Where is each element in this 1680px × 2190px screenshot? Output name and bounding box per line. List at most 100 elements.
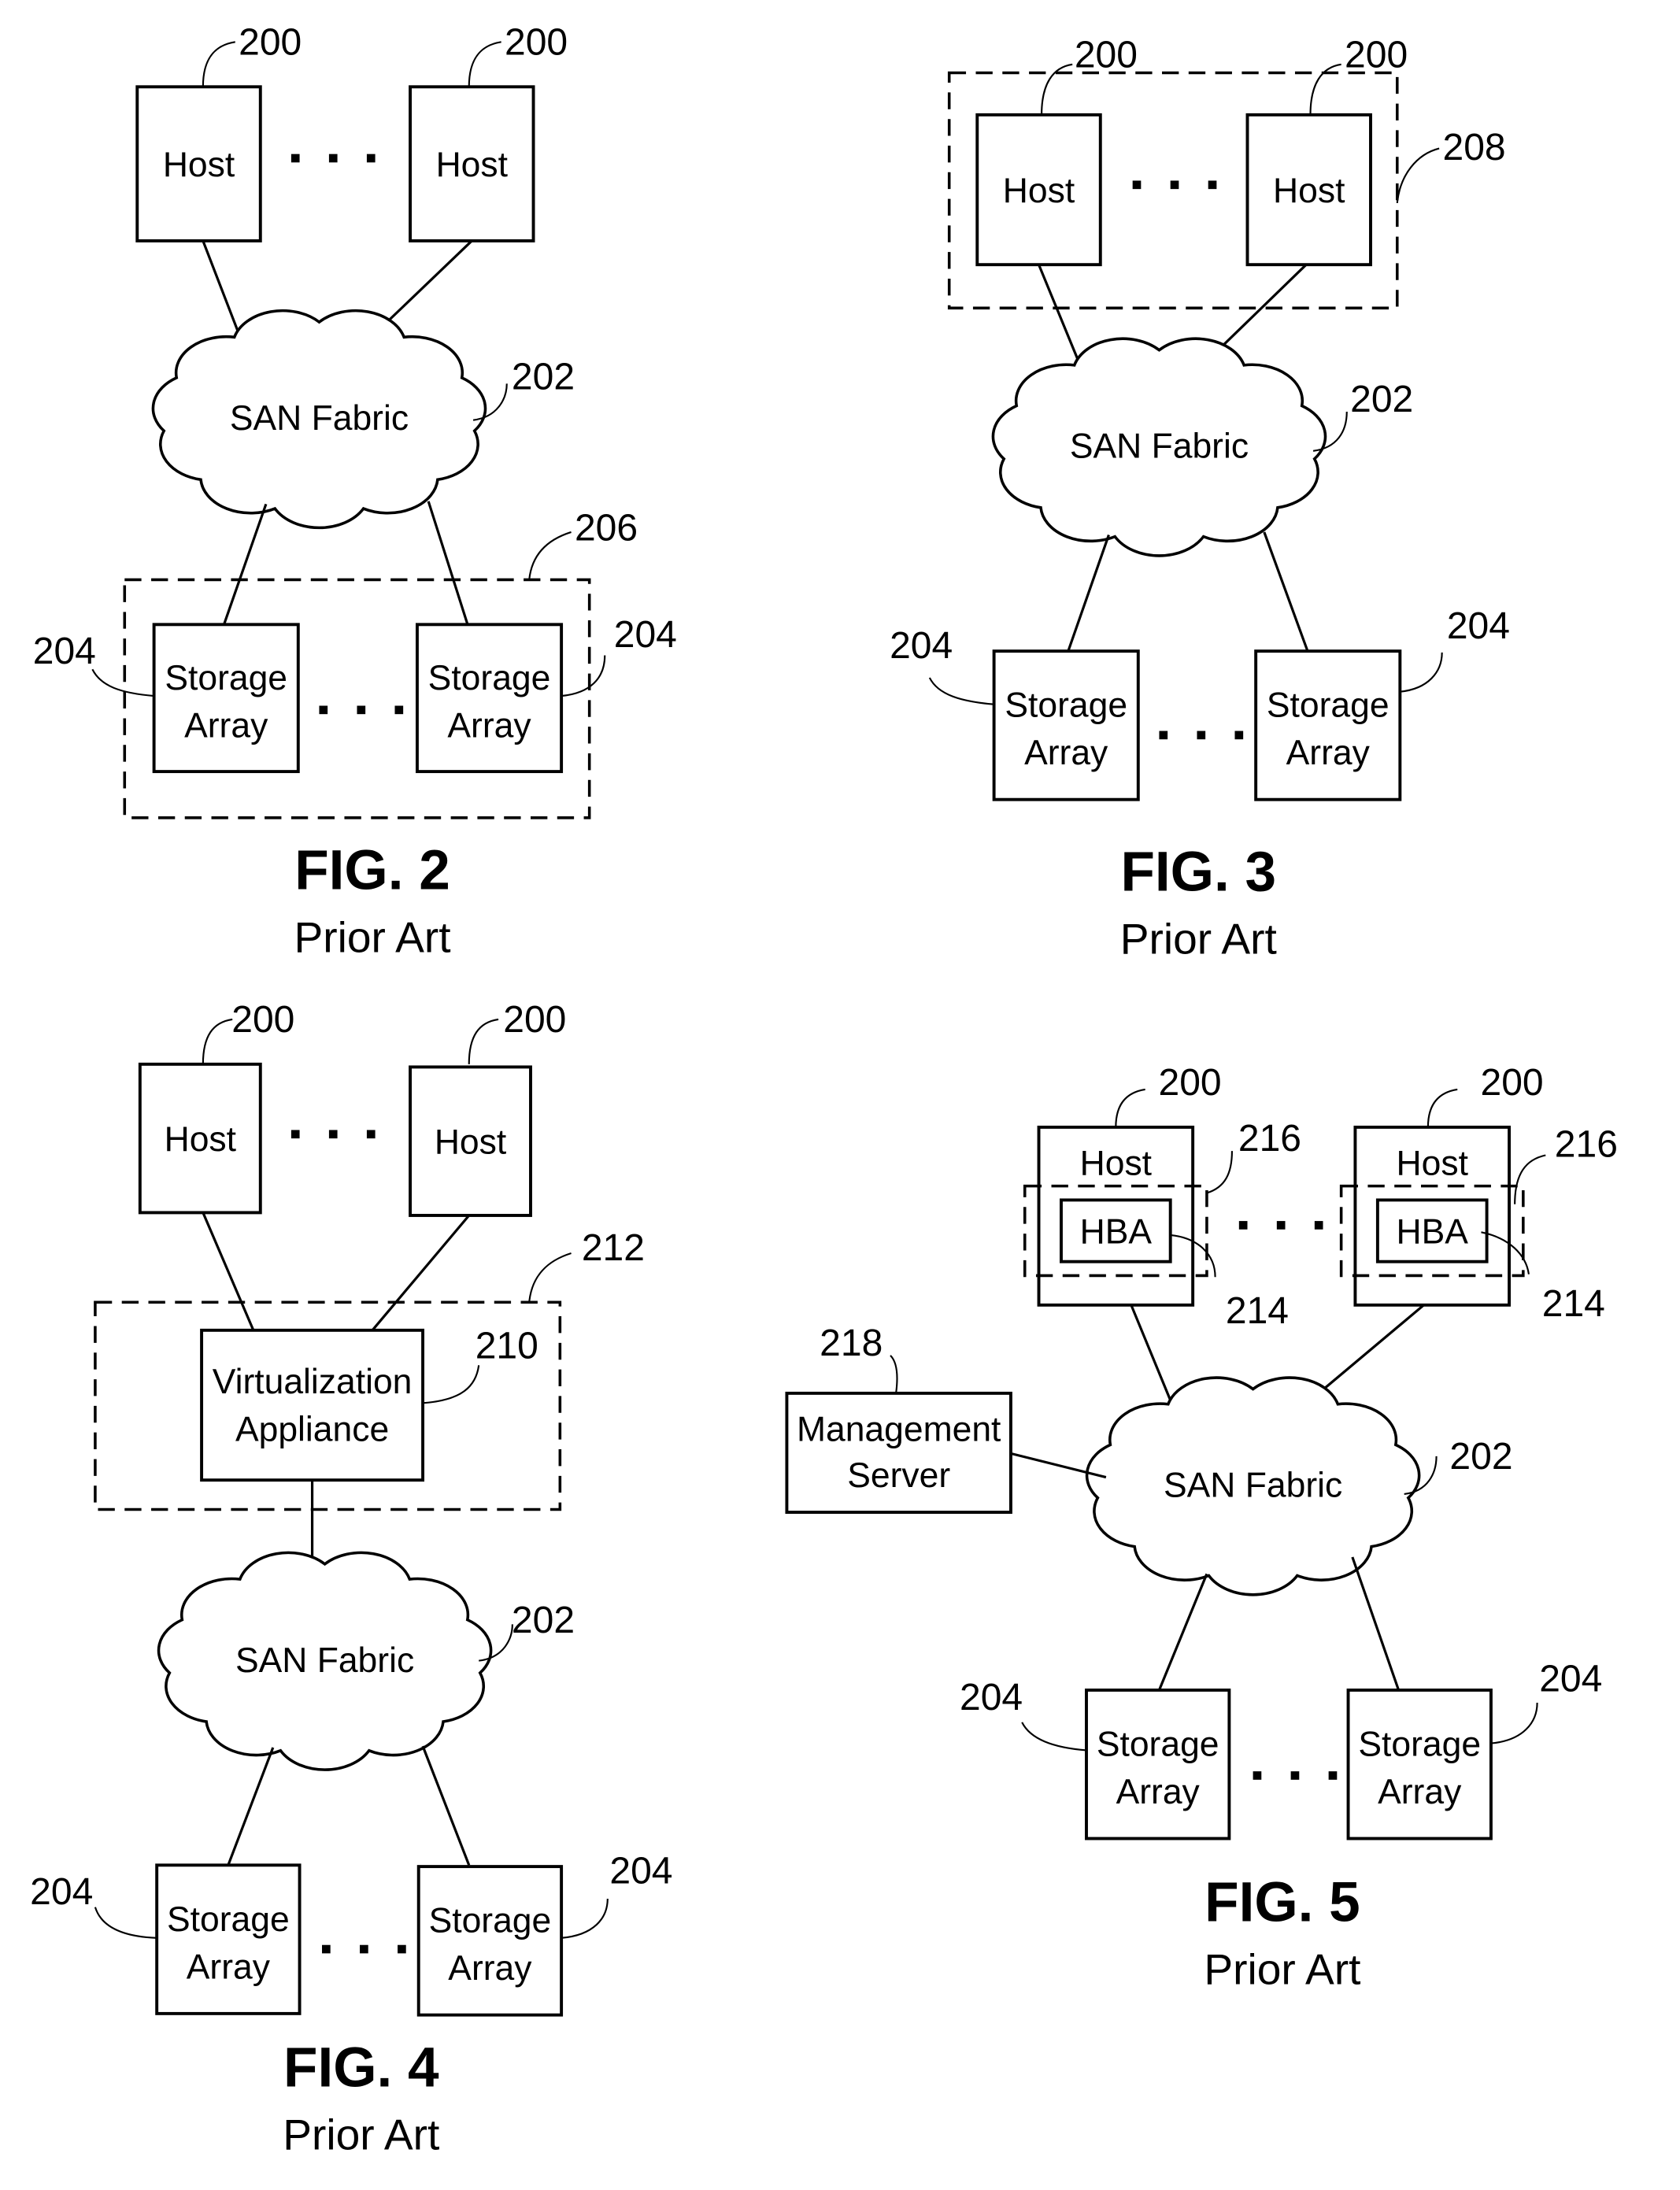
san-fabric: SAN Fabric bbox=[157, 1551, 493, 1771]
ellipsis-dot bbox=[398, 1944, 406, 1954]
storage-array-box bbox=[152, 623, 300, 774]
ellipsis-dot bbox=[1159, 731, 1168, 740]
leader-204 bbox=[1490, 1702, 1538, 1744]
leader-212 bbox=[528, 1252, 572, 1303]
ellipsis-dot bbox=[1132, 180, 1142, 190]
leader-216 bbox=[1206, 1151, 1234, 1194]
storage-array-right: Storage Array bbox=[1346, 1689, 1493, 1840]
storage-array-box bbox=[1346, 1689, 1493, 1840]
storage-label-line2: Array bbox=[187, 1948, 271, 1986]
ref-202: 202 bbox=[1350, 379, 1413, 420]
ellipsis-dot bbox=[322, 1944, 331, 1954]
ellipsis bbox=[290, 1130, 376, 1139]
san-fabric: SAN Fabric bbox=[1085, 1376, 1421, 1596]
ref-200: 200 bbox=[1159, 1062, 1222, 1104]
leader-200 bbox=[1427, 1088, 1458, 1127]
ref-208: 208 bbox=[1443, 127, 1506, 168]
hba-label: HBA bbox=[1397, 1213, 1469, 1252]
storage-array-box bbox=[1254, 649, 1402, 801]
ellipsis-dot bbox=[1197, 731, 1206, 740]
ellipsis-dot bbox=[290, 1130, 300, 1139]
link bbox=[1157, 1573, 1208, 1691]
link bbox=[223, 503, 268, 625]
ellipsis bbox=[319, 705, 404, 715]
figure-4: 200 200 Host Host 212 Virtualization Appliance… bbox=[30, 999, 672, 2159]
storage-array-left: Storage Array bbox=[155, 1863, 302, 2015]
storage-array-box bbox=[416, 1865, 564, 2017]
storage-label-line2: Array bbox=[184, 707, 268, 745]
storage-label-line2: Array bbox=[447, 707, 531, 745]
storage-array-right: Storage Array bbox=[416, 1865, 564, 2017]
host-label: Host bbox=[163, 146, 235, 184]
storage-label-line1: Storage bbox=[428, 659, 551, 697]
leader-204 bbox=[94, 1907, 157, 1939]
ellipsis-dot bbox=[366, 1130, 376, 1139]
ref-202: 202 bbox=[1449, 1436, 1512, 1478]
leader-200 bbox=[1115, 1088, 1145, 1127]
leader-204 bbox=[1400, 652, 1443, 693]
leader-200 bbox=[202, 41, 235, 87]
ellipsis-dot bbox=[360, 1944, 368, 1954]
storage-label-line2: Array bbox=[1378, 1773, 1462, 1811]
ref-200: 200 bbox=[1345, 34, 1408, 76]
leader-204 bbox=[561, 655, 606, 697]
link bbox=[1211, 264, 1308, 357]
storage-array-box bbox=[155, 1863, 302, 2015]
storage-label-line1: Storage bbox=[167, 1900, 290, 1939]
storage-array-box bbox=[992, 649, 1140, 801]
figure-title: FIG. 5 bbox=[1204, 1871, 1360, 1933]
ref-200: 200 bbox=[1075, 34, 1138, 76]
link bbox=[1038, 264, 1082, 368]
link bbox=[1067, 534, 1110, 652]
figure-3: 200 200 Host Host 208 SAN Fabric 202 Storage Arr… bbox=[890, 34, 1510, 963]
leader-200 bbox=[468, 1018, 499, 1064]
leader-210 bbox=[422, 1365, 480, 1404]
ellipsis-dot bbox=[1328, 1771, 1338, 1780]
ellipsis bbox=[1253, 1771, 1338, 1780]
ref-218: 218 bbox=[820, 1323, 883, 1364]
host-label: Host bbox=[1397, 1144, 1469, 1182]
appliance-label-line2: Appliance bbox=[235, 1410, 389, 1448]
host-left: Host bbox=[975, 113, 1102, 267]
ellipsis-dot bbox=[1238, 1221, 1248, 1230]
link bbox=[1309, 1304, 1425, 1401]
storage-label-line1: Storage bbox=[1005, 686, 1127, 725]
ellipsis-dot bbox=[1276, 1221, 1286, 1230]
ellipsis-dot bbox=[1234, 731, 1244, 740]
host-label: Host bbox=[1080, 1144, 1153, 1182]
storage-label-line1: Storage bbox=[1097, 1726, 1219, 1764]
ellipsis-dot bbox=[328, 154, 338, 163]
host-right: Host bbox=[409, 85, 535, 242]
leader-218 bbox=[890, 1355, 898, 1394]
management-label-line1: Management bbox=[797, 1410, 1001, 1448]
storage-label-line1: Storage bbox=[165, 659, 287, 697]
management-server: Management Server bbox=[785, 1391, 1012, 1515]
link bbox=[202, 1212, 255, 1331]
san-fabric: SAN Fabric bbox=[151, 309, 487, 530]
storage-array-right: Storage Array bbox=[1254, 649, 1402, 801]
san-fabric: SAN Fabric bbox=[991, 337, 1327, 557]
storage-array-left: Storage Array bbox=[992, 649, 1140, 801]
host-left: Host bbox=[135, 85, 262, 242]
leader-216 bbox=[1514, 1154, 1546, 1204]
ref-202: 202 bbox=[512, 356, 575, 398]
leader-200 bbox=[202, 1018, 233, 1064]
storage-array-left: Storage Array bbox=[152, 623, 300, 774]
ref-204: 204 bbox=[609, 1850, 672, 1892]
ref-204: 204 bbox=[1447, 605, 1510, 647]
leader-204 bbox=[1021, 1722, 1087, 1752]
ref-216: 216 bbox=[1555, 1123, 1618, 1165]
patent-drawing-sheet: 200 200 Host Host SAN Fabric 202 206 Storage Arr… bbox=[30, 21, 1618, 2159]
leader-204 bbox=[928, 677, 994, 705]
storage-label-line2: Array bbox=[1024, 734, 1108, 772]
ellipsis-dot bbox=[1290, 1771, 1300, 1780]
ellipsis-dot bbox=[394, 705, 404, 715]
ellipsis bbox=[1159, 731, 1244, 740]
appliance-label-line1: Virtualization bbox=[213, 1363, 413, 1401]
appliance-box bbox=[200, 1328, 425, 1482]
ellipsis-dot bbox=[328, 1130, 338, 1139]
link bbox=[421, 1745, 471, 1866]
figure-2: 200 200 Host Host SAN Fabric 202 206 Storage Arr… bbox=[33, 21, 677, 961]
link bbox=[427, 501, 469, 625]
host-right: Host bbox=[1245, 113, 1372, 267]
